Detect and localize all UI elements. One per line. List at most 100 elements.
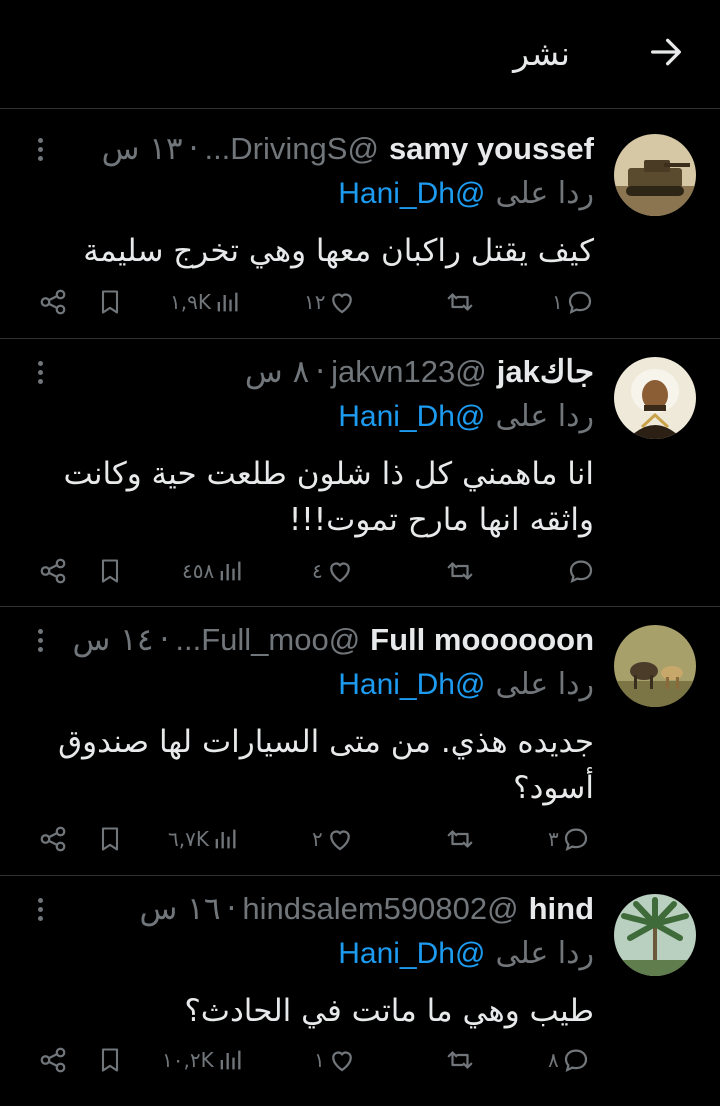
- separator-dot: ·: [188, 131, 199, 167]
- author-handle[interactable]: @DrivingS...: [204, 131, 378, 167]
- analytics-icon: [220, 1050, 241, 1070]
- views-count: ١,٩K: [170, 290, 211, 314]
- avatar-image: [614, 625, 696, 707]
- reply-context: ردا على @Hani_Dh: [338, 667, 594, 702]
- tweet-time[interactable]: ١٣ س: [102, 131, 183, 167]
- author-name[interactable]: Full moooooon: [370, 622, 594, 658]
- avatar-image: [614, 134, 696, 216]
- like-button[interactable]: ٢: [312, 819, 355, 859]
- tweet-header: جاكjak @jakvn123 · ٨ س: [245, 349, 594, 395]
- tweet-text: طيب وهي ما ماتت في الحادث؟: [184, 993, 594, 1029]
- reply-context: ردا على @Hani_Dh: [338, 176, 594, 211]
- tweet-time[interactable]: ١٤ س: [72, 622, 153, 658]
- author-handle[interactable]: @Full_moo...: [175, 622, 360, 658]
- tweet-actions: ٤ ٤٥٨: [0, 551, 720, 591]
- more-options-icon[interactable]: [26, 134, 54, 170]
- reply-button[interactable]: ٣: [548, 819, 591, 859]
- mention-link[interactable]: @Hani_Dh: [338, 177, 485, 211]
- views-button[interactable]: ٦,٧K: [168, 819, 239, 859]
- bookmark-icon: [101, 1048, 119, 1072]
- bookmark-icon: [101, 827, 119, 851]
- author-name[interactable]: جاكjak: [497, 354, 594, 390]
- reply-count: ٣: [548, 827, 559, 851]
- share-icon: [40, 289, 66, 315]
- tweet-time[interactable]: ٨ س: [245, 354, 309, 390]
- like-count: ٤: [312, 559, 323, 583]
- tweet-actions: ٨ ١ ١٠,٢K: [0, 1040, 720, 1080]
- bookmark-button[interactable]: [96, 819, 124, 859]
- reply-button[interactable]: ١: [552, 282, 595, 322]
- tweet[interactable]: hind @hindsalem590802 · ١٦ س ردا على @Ha…: [0, 876, 720, 1106]
- tweet-header: Full moooooon @Full_moo... · ١٤ س: [72, 617, 594, 663]
- more-options-icon[interactable]: [26, 357, 54, 393]
- views-button[interactable]: ١,٩K: [170, 282, 241, 322]
- retweet-button[interactable]: [444, 1040, 476, 1080]
- top-bar: نشر: [0, 0, 720, 109]
- more-options-icon[interactable]: [26, 894, 54, 930]
- back-button[interactable]: [640, 26, 692, 78]
- analytics-icon: [215, 829, 236, 849]
- mention-link[interactable]: @Hani_Dh: [338, 668, 485, 702]
- share-icon: [40, 826, 66, 852]
- separator-dot: ·: [315, 354, 326, 390]
- reply-label: ردا على: [495, 936, 594, 971]
- reply-icon: [569, 560, 593, 584]
- tweet-text: جديده هذي. من متى السيارات لها صندوق أسو…: [58, 724, 594, 806]
- like-button[interactable]: ١٢: [304, 282, 357, 322]
- retweet-button[interactable]: [444, 551, 476, 591]
- retweet-button[interactable]: [444, 819, 476, 859]
- reply-icon: [564, 1049, 587, 1073]
- author-name[interactable]: samy youssef: [389, 131, 594, 167]
- views-button[interactable]: ١٠,٢K: [162, 1040, 244, 1080]
- reply-button[interactable]: [564, 551, 596, 591]
- share-button[interactable]: [38, 551, 68, 591]
- arrow-right-icon: [651, 38, 681, 66]
- bookmark-icon: [101, 290, 119, 314]
- avatar-image: [614, 894, 696, 976]
- author-handle[interactable]: @hindsalem590802: [242, 891, 518, 927]
- share-button[interactable]: [38, 1040, 68, 1080]
- heart-icon: [331, 1051, 352, 1072]
- mention-link[interactable]: @Hani_Dh: [338, 937, 485, 971]
- tweet-actions: ٣ ٢ ٦,٧K: [0, 819, 720, 859]
- avatar[interactable]: [614, 894, 696, 976]
- reply-label: ردا على: [495, 667, 594, 702]
- author-name[interactable]: hind: [529, 891, 594, 927]
- reply-button[interactable]: ٨: [548, 1040, 591, 1080]
- like-count: ١: [314, 1048, 325, 1072]
- tweet-header: hind @hindsalem590802 · ١٦ س: [139, 886, 594, 932]
- avatar[interactable]: [614, 134, 696, 216]
- like-count: ٢: [312, 827, 323, 851]
- bookmark-button[interactable]: [96, 551, 124, 591]
- more-options-icon[interactable]: [26, 625, 54, 661]
- retweet-button[interactable]: [444, 282, 476, 322]
- retweet-icon: [447, 562, 473, 580]
- author-handle[interactable]: @jakvn123: [331, 354, 487, 390]
- avatar-image: [614, 357, 696, 439]
- mention-link[interactable]: @Hani_Dh: [338, 400, 485, 434]
- page-title: نشر: [513, 34, 570, 73]
- avatar[interactable]: [614, 357, 696, 439]
- views-count: ٦,٧K: [168, 827, 209, 851]
- reply-count: ٨: [548, 1048, 559, 1072]
- tweet[interactable]: samy youssef @DrivingS... · ١٣ س ردا على…: [0, 116, 720, 339]
- tweet-text: كيف يقتل راكبان معها وهي تخرج سليمة: [83, 233, 594, 269]
- tweet-actions: ١ ١٢ ١,٩K: [0, 282, 720, 322]
- tweet[interactable]: Full moooooon @Full_moo... · ١٤ س ردا عل…: [0, 607, 720, 876]
- like-button[interactable]: ٤: [312, 551, 355, 591]
- tweet-text: انا ماهمني كل ذا شلون طلعت حية وكانت واث…: [63, 456, 594, 538]
- tweet[interactable]: جاكjak @jakvn123 · ٨ س ردا على @Hani_Dh …: [0, 339, 720, 607]
- bookmark-button[interactable]: [96, 1040, 124, 1080]
- share-button[interactable]: [38, 282, 68, 322]
- bookmark-button[interactable]: [96, 282, 124, 322]
- like-button[interactable]: ١: [314, 1040, 357, 1080]
- views-button[interactable]: ٤٥٨: [182, 551, 244, 591]
- tweet-time[interactable]: ١٦ س: [139, 891, 220, 927]
- share-button[interactable]: [38, 819, 68, 859]
- avatar[interactable]: [614, 625, 696, 707]
- heart-icon: [332, 293, 353, 314]
- share-icon: [40, 1047, 66, 1073]
- analytics-icon: [220, 561, 241, 581]
- reply-icon: [568, 291, 591, 315]
- bookmark-icon: [101, 559, 119, 583]
